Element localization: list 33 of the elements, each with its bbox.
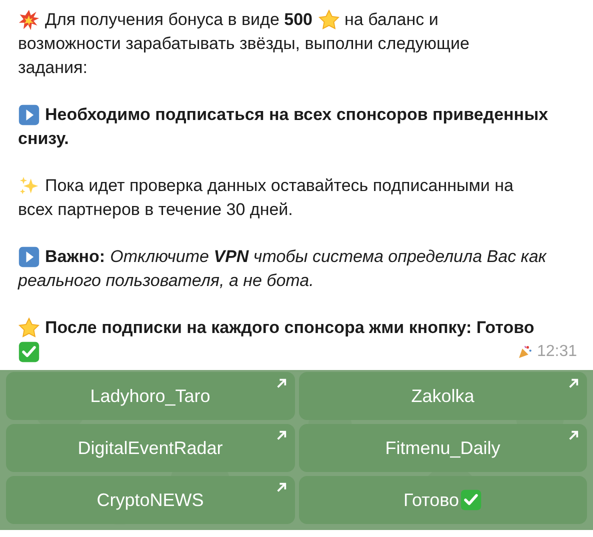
external-link-icon xyxy=(276,482,286,493)
check-icon xyxy=(460,489,482,511)
external-link-icon xyxy=(276,378,286,389)
check-icon xyxy=(18,341,40,363)
inline-button[interactable]: DigitalEventRadar xyxy=(6,424,294,472)
message-text: снизу. xyxy=(18,128,69,150)
inline-button[interactable]: Fitmenu_Daily xyxy=(298,424,587,472)
message-text: задания: xyxy=(18,57,88,79)
star-icon xyxy=(318,9,340,31)
message-text: всех партнеров в течение 30 дней. xyxy=(18,199,293,221)
message-text: реального пользователя, а не бота. xyxy=(18,270,314,292)
sparkles-icon xyxy=(18,175,40,197)
message-text: Пока идет проверка данных оставайтесь подписанными на xyxy=(45,175,514,197)
play-icon xyxy=(18,104,40,126)
message-text: Важно: xyxy=(45,246,106,268)
message-text: возможности зарабатывать звёзды, выполни следующие xyxy=(18,33,470,55)
inline-button[interactable]: Zakolka xyxy=(298,372,587,420)
inline-button[interactable]: Ladyhoro_Taro xyxy=(6,372,294,420)
message-text: Для получения бонуса в виде 500 xyxy=(45,9,313,31)
message-text: Отключите VPN чтобы система определила Вас как xyxy=(110,246,546,268)
inline-button[interactable]: Готово xyxy=(298,476,587,524)
message-time: 12:31 xyxy=(536,343,577,361)
explosion-icon xyxy=(18,9,40,31)
party-popper-icon xyxy=(516,344,533,360)
message-text: После подписки на каждого спонсора жми кнопку: Готово xyxy=(45,317,534,339)
message-text: на баланс и xyxy=(344,9,438,31)
external-link-icon xyxy=(568,430,579,441)
external-link-icon xyxy=(568,378,579,389)
message-text: Необходимо подписаться на всех спонсоров приведенных xyxy=(45,104,548,126)
external-link-icon xyxy=(276,430,286,441)
inline-button[interactable]: CryptoNEWS xyxy=(6,476,294,524)
play-icon xyxy=(18,246,40,268)
star-icon xyxy=(18,317,40,339)
